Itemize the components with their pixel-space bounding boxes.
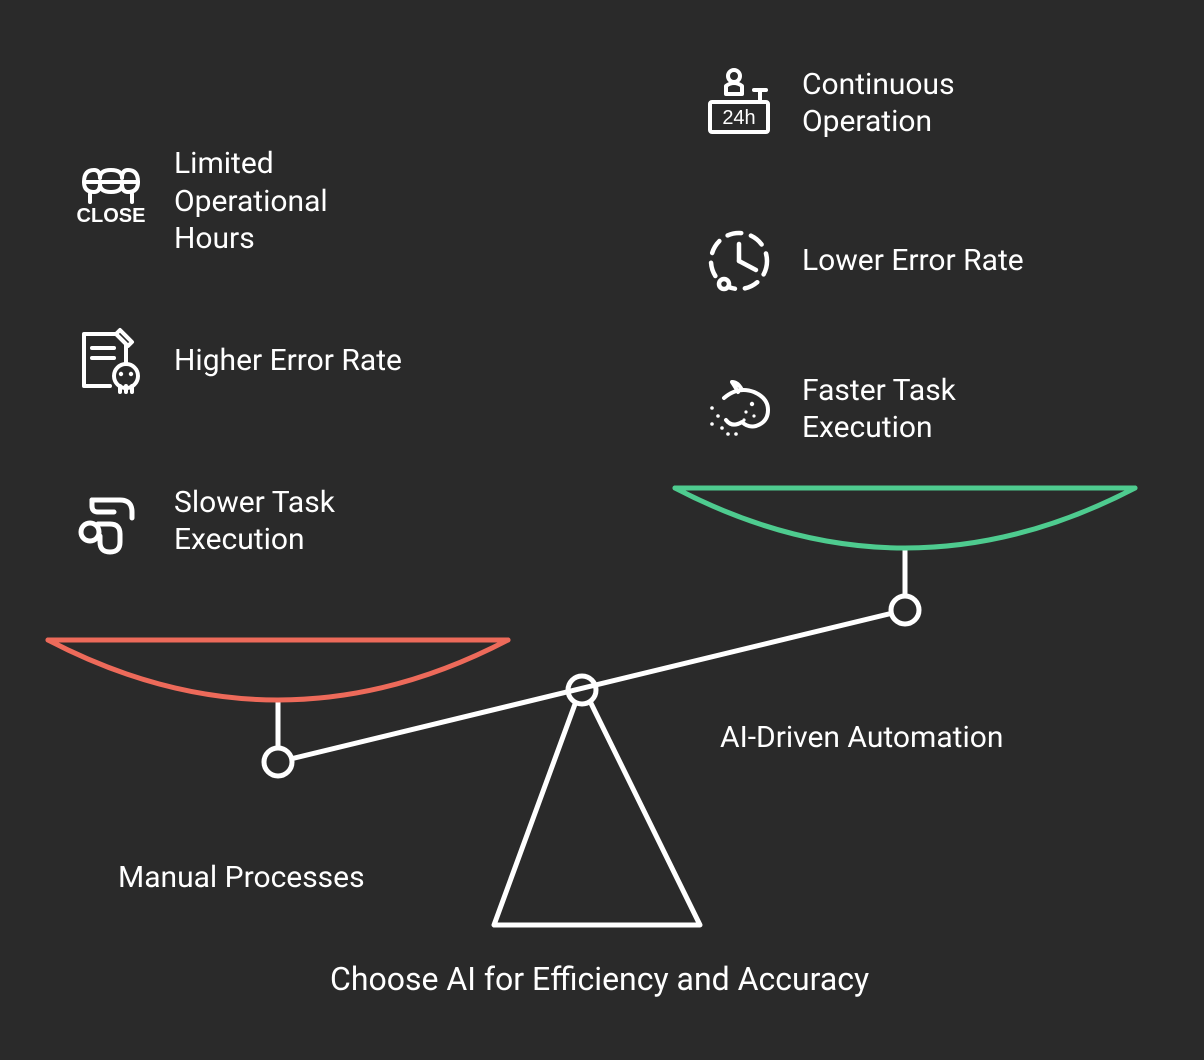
svg-text:CLOSE: CLOSE	[77, 205, 146, 227]
slow-pipe-icon	[70, 480, 152, 562]
error-note-icon	[70, 320, 152, 402]
tagline: Choose AI for Efficiency and Accuracy	[330, 960, 869, 998]
comparison-scale-diagram: CLOSE LimitedOperationalHours	[0, 0, 1204, 1060]
low-error-icon	[698, 220, 780, 302]
right-side-label: AI-Driven Automation	[720, 720, 1003, 755]
right-item-label: Faster TaskExecution	[802, 372, 956, 447]
right-item-label: ContinuousOperation	[802, 66, 955, 141]
right-item-continuous: 24h ContinuousOperation	[698, 62, 955, 144]
svg-text:24h: 24h	[722, 107, 755, 129]
right-item-label: Lower Error Rate	[802, 242, 1024, 280]
left-item-label: Slower TaskExecution	[174, 484, 335, 559]
left-item-label: Higher Error Rate	[174, 342, 402, 380]
fast-animal-icon	[698, 368, 780, 450]
left-item-label: LimitedOperationalHours	[174, 145, 328, 258]
left-side-label: Manual Processes	[118, 860, 365, 895]
right-item-lower-error: Lower Error Rate	[698, 220, 1024, 302]
right-item-faster-task: Faster TaskExecution	[698, 368, 956, 450]
left-item-higher-error: Higher Error Rate	[70, 320, 402, 402]
close-shop-icon: CLOSE	[70, 160, 152, 242]
left-item-slower-task: Slower TaskExecution	[70, 480, 335, 562]
service-24h-icon: 24h	[698, 62, 780, 144]
left-item-limited-hours: CLOSE LimitedOperationalHours	[70, 145, 328, 258]
